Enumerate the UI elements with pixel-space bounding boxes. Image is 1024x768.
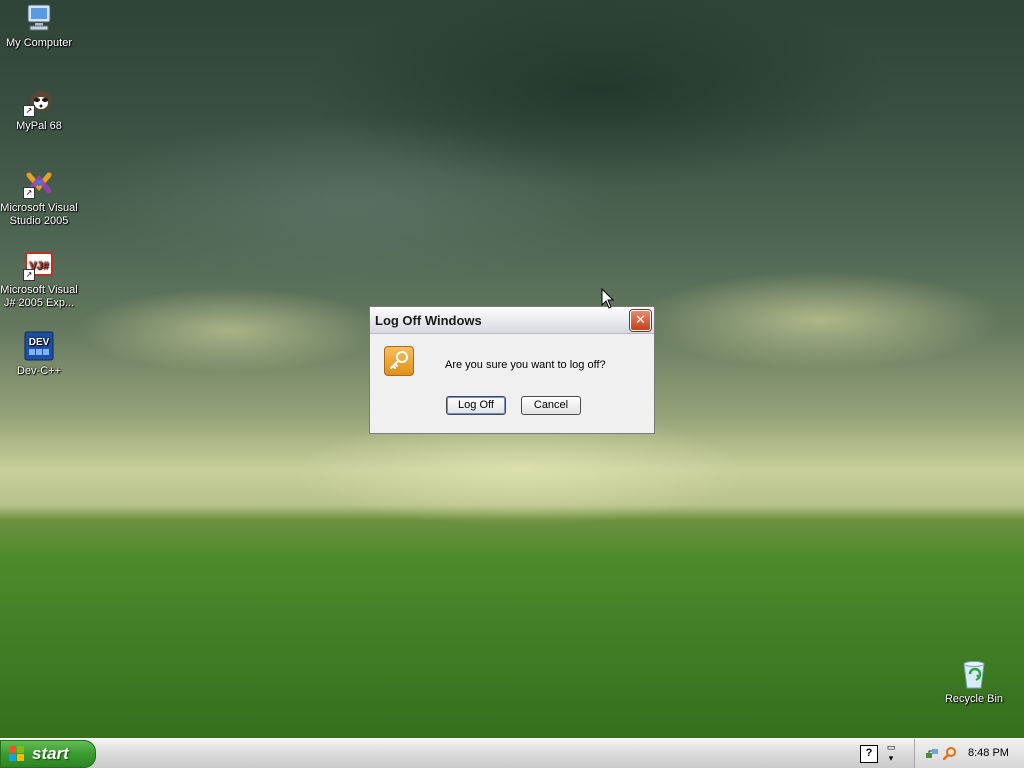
- desktop: My Computer ↗ MyPal 68 ↗ Microsoft Visua: [0, 0, 1024, 768]
- clock[interactable]: 8:48 PM: [968, 747, 1009, 759]
- visual-jsharp-icon: VJ# ↗: [23, 249, 55, 281]
- taskbar: start ? ▭ ▾ 8:48 PM: [0, 738, 1024, 768]
- dialog-titlebar[interactable]: Log Off Windows ✕: [370, 307, 654, 334]
- system-tray: 8:48 PM: [914, 739, 1024, 768]
- language-bar-arrows-icon[interactable]: ▭ ▾: [884, 742, 898, 764]
- dev-icon-text: DEV: [29, 337, 50, 348]
- mouse-cursor-icon: [601, 287, 615, 310]
- desktop-icon-label: Microsoft Visual Studio 2005: [0, 202, 78, 227]
- desktop-icon-dev-cpp[interactable]: DEV Dev-C++: [0, 330, 78, 378]
- logoff-button[interactable]: Log Off: [446, 396, 506, 415]
- desktop-icon-label: My Computer: [5, 37, 73, 49]
- desktop-icon-recycle-bin[interactable]: Recycle Bin: [935, 658, 1013, 706]
- desktop-icon-visual-studio[interactable]: ↗ Microsoft Visual Studio 2005: [0, 167, 78, 228]
- desktop-icon-mypal[interactable]: ↗ MyPal 68: [0, 85, 78, 133]
- network-icon[interactable]: [925, 746, 939, 760]
- dev-cpp-icon: DEV: [23, 330, 55, 362]
- dialog-body: Are you sure you want to log off?: [370, 334, 654, 433]
- key-icon: [384, 346, 414, 376]
- mypal-browser-icon: ↗: [23, 85, 55, 117]
- close-button[interactable]: ✕: [630, 310, 651, 331]
- desktop-icon-label: Recycle Bin: [944, 693, 1004, 705]
- logoff-dialog: Log Off Windows ✕ Are you sure you want …: [369, 306, 655, 434]
- dialog-title: Log Off Windows: [375, 313, 482, 328]
- recycle-bin-icon: [958, 658, 990, 690]
- desktop-icon-label: Dev-C++: [16, 365, 62, 377]
- help-icon[interactable]: ?: [860, 745, 878, 763]
- desktop-icon-my-computer[interactable]: My Computer: [0, 2, 78, 50]
- start-button[interactable]: start: [0, 740, 96, 768]
- cancel-button[interactable]: Cancel: [521, 396, 581, 415]
- dialog-message: Are you sure you want to log off?: [445, 359, 606, 371]
- start-label: start: [32, 744, 69, 763]
- search-icon[interactable]: [942, 746, 957, 761]
- shortcut-arrow-icon: ↗: [23, 105, 35, 117]
- shortcut-arrow-icon: ↗: [23, 187, 35, 199]
- close-icon: ✕: [635, 312, 646, 327]
- desktop-icon-label: Microsoft Visual J# 2005 Exp...: [0, 284, 78, 309]
- shortcut-arrow-icon: ↗: [23, 269, 35, 281]
- visual-studio-icon: ↗: [23, 167, 55, 199]
- windows-logo-icon: [9, 746, 25, 762]
- desktop-icon-label: MyPal 68: [16, 120, 62, 132]
- desktop-icon-visual-jsharp[interactable]: VJ# ↗ Microsoft Visual J# 2005 Exp...: [0, 249, 78, 310]
- my-computer-icon: [23, 2, 55, 34]
